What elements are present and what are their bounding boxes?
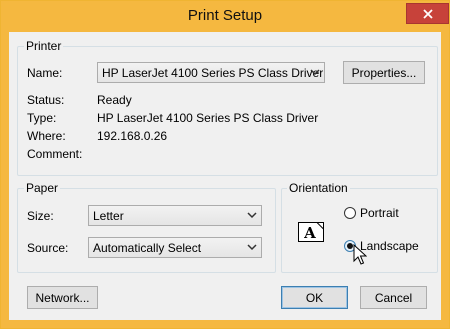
status-label: Status: <box>27 93 65 107</box>
chevron-down-icon <box>310 69 320 76</box>
printer-group: Printer Name: HP LaserJet 4100 Series PS… <box>17 39 438 176</box>
paper-size-value: Letter <box>93 209 124 223</box>
name-label: Name: <box>27 66 63 80</box>
type-label: Type: <box>27 111 57 125</box>
paper-group-label: Paper <box>24 181 61 195</box>
paper-source-value: Automatically Select <box>93 241 202 255</box>
where-value: 192.168.0.26 <box>97 129 168 143</box>
where-label: Where: <box>27 129 66 143</box>
printer-name-value: HP LaserJet 4100 Series PS Class Driver <box>102 66 324 80</box>
status-value: Ready <box>97 93 132 107</box>
close-icon <box>422 8 433 19</box>
dialog-body: Printer Name: HP LaserJet 4100 Series PS… <box>9 32 441 320</box>
portrait-radio[interactable]: Portrait <box>344 206 399 220</box>
close-button[interactable] <box>406 3 449 24</box>
type-value: HP LaserJet 4100 Series PS Class Driver <box>97 111 319 125</box>
portrait-radio-circle[interactable] <box>344 207 356 219</box>
properties-button[interactable]: Properties... <box>343 61 425 84</box>
source-label: Source: <box>27 241 69 255</box>
chevron-down-icon <box>247 212 257 219</box>
network-button[interactable]: Network... <box>27 286 98 309</box>
title-bar[interactable]: Print Setup <box>1 1 449 32</box>
printer-group-label: Printer <box>24 39 64 53</box>
chevron-down-icon <box>247 244 257 251</box>
comment-label: Comment: <box>27 147 83 161</box>
window-title: Print Setup <box>187 7 263 24</box>
size-label: Size: <box>27 209 54 223</box>
page-icon-letter: A <box>303 224 316 242</box>
printer-name-select[interactable]: HP LaserJet 4100 Series PS Class Driver <box>97 62 325 83</box>
page-icon: A <box>298 222 324 242</box>
paper-source-select[interactable]: Automatically Select <box>88 237 262 258</box>
cancel-button[interactable]: Cancel <box>360 286 427 309</box>
paper-size-select[interactable]: Letter <box>88 205 262 226</box>
orientation-group-label: Orientation <box>287 181 350 195</box>
paper-group: Paper Size: Letter Source: Automatically… <box>17 181 276 273</box>
ok-button[interactable]: OK <box>281 286 348 309</box>
portrait-label: Portrait <box>360 206 399 220</box>
landscape-label: Landscape <box>360 239 419 253</box>
print-setup-dialog: Print Setup Printer Name: HP LaserJet 41… <box>0 0 450 329</box>
mouse-pointer-icon <box>353 244 367 265</box>
